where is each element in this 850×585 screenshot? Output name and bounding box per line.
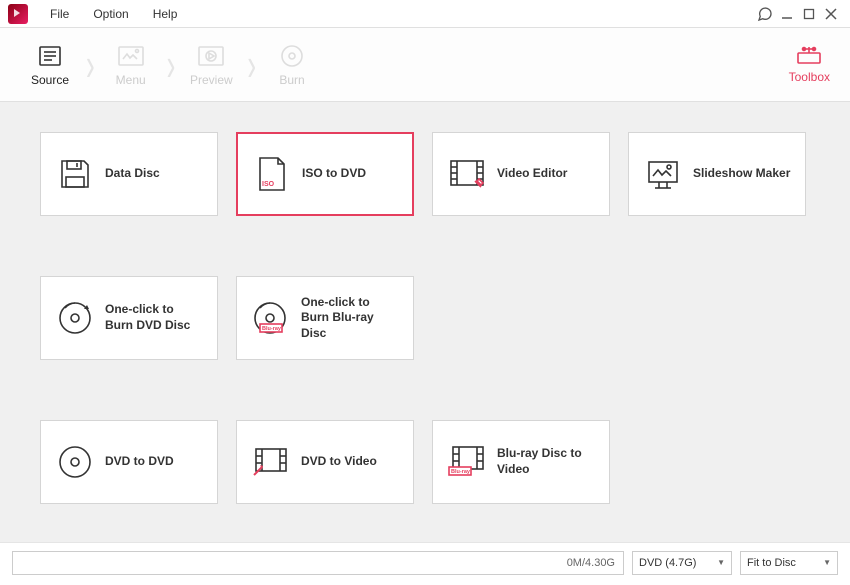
fit-mode-select[interactable]: Fit to Disc ▼ <box>740 551 838 575</box>
card-iso-to-dvd[interactable]: ISO ISO to DVD <box>236 132 414 216</box>
save-disc-icon <box>55 154 95 194</box>
card-label: DVD to DVD <box>105 454 174 470</box>
card-one-click-dvd[interactable]: One-click to Burn DVD Disc <box>40 276 218 360</box>
svg-text:ISO: ISO <box>262 181 275 188</box>
feedback-icon[interactable] <box>754 3 776 25</box>
step-menu-label: Menu <box>116 73 146 87</box>
size-progress: 0M/4.30G <box>12 551 624 575</box>
video-editor-icon <box>447 154 487 194</box>
card-label: One-click to Burn DVD Disc <box>105 302 203 333</box>
minimize-button[interactable] <box>776 3 798 25</box>
menu-help[interactable]: Help <box>141 7 190 21</box>
dvd-to-video-icon <box>251 442 291 482</box>
bluray-to-video-icon: Blu-ray <box>447 442 487 482</box>
card-slideshow-maker[interactable]: Slideshow Maker <box>628 132 806 216</box>
chevron-down-icon: ▼ <box>717 558 725 567</box>
size-status-text: 0M/4.30G <box>567 557 615 569</box>
bluray-disc-icon: Blu-ray <box>251 298 291 338</box>
card-one-click-bluray[interactable]: Blu-ray One-click to Burn Blu-ray Disc <box>236 276 414 360</box>
toolbox-icon <box>796 45 822 68</box>
card-dvd-to-dvd[interactable]: DVD to DVD <box>40 420 218 504</box>
step-nav: Source › Menu › Preview › Burn Toolbox <box>0 28 850 102</box>
step-burn[interactable]: Burn <box>252 43 332 87</box>
card-label: Blu-ray Disc to Video <box>497 446 595 477</box>
preview-step-icon <box>198 43 224 69</box>
chevron-down-icon: ▼ <box>823 558 831 567</box>
step-burn-label: Burn <box>279 73 304 87</box>
dvd-disc-icon <box>55 298 95 338</box>
menu-step-icon <box>118 43 144 69</box>
toolbox-label: Toolbox <box>789 70 830 84</box>
step-separator-icon: › <box>247 37 256 93</box>
disc-copy-icon <box>55 442 95 482</box>
fit-mode-value: Fit to Disc <box>747 557 796 569</box>
step-separator-icon: › <box>86 37 95 93</box>
card-label: DVD to Video <box>301 454 377 470</box>
app-logo-icon <box>8 4 28 24</box>
bottom-bar: 0M/4.30G DVD (4.7G) ▼ Fit to Disc ▼ <box>0 542 850 582</box>
step-menu[interactable]: Menu <box>91 43 171 87</box>
card-label: One-click to Burn Blu-ray Disc <box>301 295 399 342</box>
titlebar: File Option Help <box>0 0 850 28</box>
card-label: ISO to DVD <box>302 166 366 182</box>
card-label: Slideshow Maker <box>693 166 790 182</box>
toolbox-button[interactable]: Toolbox <box>789 45 840 84</box>
step-source-label: Source <box>31 73 69 87</box>
card-data-disc[interactable]: Data Disc <box>40 132 218 216</box>
step-preview[interactable]: Preview <box>171 43 251 87</box>
tools-grid: Data Disc ISO ISO to DVD Video Editor Sl… <box>0 102 850 542</box>
card-video-editor[interactable]: Video Editor <box>432 132 610 216</box>
card-bluray-to-video[interactable]: Blu-ray Blu-ray Disc to Video <box>432 420 610 504</box>
burn-step-icon <box>280 43 304 69</box>
step-separator-icon: › <box>167 37 176 93</box>
slideshow-icon <box>643 154 683 194</box>
disc-type-select[interactable]: DVD (4.7G) ▼ <box>632 551 732 575</box>
menu-option[interactable]: Option <box>81 7 140 21</box>
close-button[interactable] <box>820 3 842 25</box>
disc-type-value: DVD (4.7G) <box>639 557 696 569</box>
svg-text:Blu-ray: Blu-ray <box>262 326 282 332</box>
card-label: Video Editor <box>497 166 567 182</box>
maximize-button[interactable] <box>798 3 820 25</box>
source-step-icon <box>38 43 62 69</box>
iso-file-icon: ISO <box>252 154 292 194</box>
card-label: Data Disc <box>105 166 160 182</box>
step-preview-label: Preview <box>190 73 233 87</box>
menu-file[interactable]: File <box>38 7 81 21</box>
card-dvd-to-video[interactable]: DVD to Video <box>236 420 414 504</box>
svg-text:Blu-ray: Blu-ray <box>451 469 471 475</box>
step-source[interactable]: Source <box>10 43 90 87</box>
